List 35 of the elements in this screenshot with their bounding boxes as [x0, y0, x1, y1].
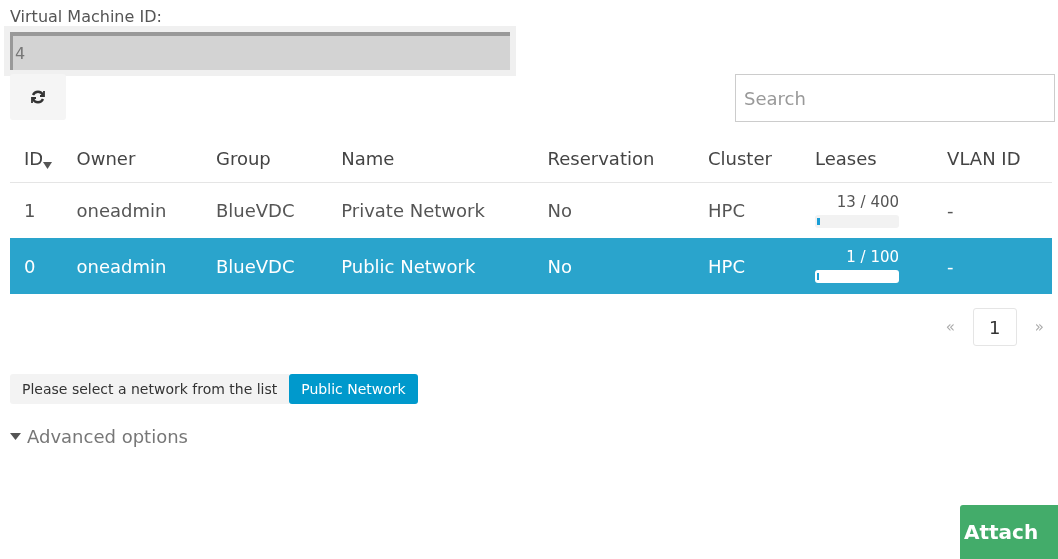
sort-icon[interactable] — [43, 162, 53, 170]
table-cell: No — [547, 255, 573, 277]
lease-count: 13 / 400 — [835, 192, 899, 211]
table-cell: HPC — [708, 199, 745, 221]
caret-icon — [10, 433, 21, 440]
table-cell: No — [547, 199, 573, 221]
table-cell: - — [947, 255, 954, 277]
page-button[interactable]: 1 — [972, 308, 1017, 346]
column-header[interactable]: Leases — [815, 148, 877, 170]
table-cell: oneadmin — [76, 255, 167, 277]
table-cell: Private Network — [341, 199, 485, 221]
table-cell: HPC — [708, 255, 745, 277]
column-header[interactable]: ID — [24, 148, 44, 170]
search-field[interactable]: Search — [735, 74, 1055, 122]
table-cell: oneadmin — [76, 199, 167, 221]
table-cell: BlueVDC — [215, 255, 295, 277]
column-header[interactable]: Name — [341, 148, 395, 170]
column-header[interactable]: VLAN ID — [947, 148, 1021, 170]
table-row[interactable]: 1 oneadmin BlueVDC Private Network No HPC 13 / 400 - — [10, 182, 1052, 238]
column-header[interactable]: Group — [215, 148, 271, 170]
table-cell: 1 — [24, 199, 36, 221]
advanced-options-link[interactable]: Advanced options — [10, 426, 188, 447]
selected-network-tag: Public Network — [289, 374, 418, 404]
table-cell: - — [947, 199, 954, 221]
refresh-button[interactable] — [10, 74, 66, 120]
column-header[interactable]: Owner — [76, 148, 136, 170]
refresh-icon — [30, 89, 46, 105]
column-header[interactable]: Reservation — [547, 148, 655, 170]
column-header[interactable]: Cluster — [708, 148, 772, 170]
lease-count: 1 / 100 — [845, 248, 899, 266]
table-cell: 0 — [24, 255, 36, 277]
field-label: Virtual Machine ID: — [10, 6, 163, 28]
selection-hint: Please select a network from the list — [10, 374, 290, 404]
table-cell: Public Network — [341, 255, 476, 277]
table-cell: BlueVDC — [215, 199, 295, 221]
